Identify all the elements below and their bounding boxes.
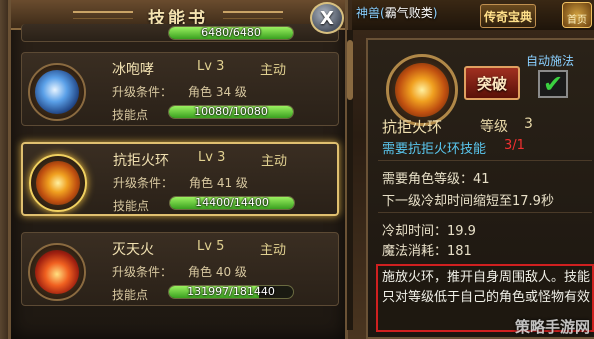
corner-menu-button[interactable]: 首页 xyxy=(562,2,592,28)
player-suffix: ) xyxy=(432,6,438,20)
skill-row-fire-ring[interactable]: 抗拒火环 Lv 3 主动 升级条件： 角色 41 级 技能点 14400/144… xyxy=(21,142,339,216)
skill-icon-frame xyxy=(28,63,86,121)
skill-exp-text: 10080/10080 xyxy=(194,105,268,118)
skill-points-label: 技能点 xyxy=(113,199,150,213)
skill-condition-label: 升级条件： xyxy=(112,85,173,99)
player-name-tag: 神兽(霸气败类) xyxy=(356,4,437,21)
divider xyxy=(378,212,592,213)
watermark: 策略手游网 xyxy=(514,318,590,336)
skill-exp-text: 6480/6480 xyxy=(201,26,261,39)
skill-condition-value: 角色 41 级 xyxy=(189,176,248,190)
breakthrough-button[interactable]: 突破 xyxy=(464,66,520,100)
fire-burst-icon xyxy=(35,250,79,294)
skill-icon-frame xyxy=(29,154,87,212)
skill-name: 冰咆哮 xyxy=(112,62,154,78)
skill-level: Lv 3 xyxy=(198,150,226,165)
skill-detail-panel: 突破 自动施法 ✔ 抗拒火环 等级 3 需要抗拒火环技能 3/1 需要角色等级：… xyxy=(366,38,594,339)
skill-exp-bar: 14400/14400 xyxy=(169,196,295,210)
skill-points-label: 技能点 xyxy=(112,288,149,302)
skill-name: 抗拒火环 xyxy=(113,153,169,169)
skill-type: 主动 xyxy=(260,243,287,258)
close-button[interactable]: X xyxy=(310,2,344,34)
skill-row-partial[interactable]: 6480/6480 xyxy=(21,24,339,42)
skill-row-ice-roar[interactable]: 冰咆哮 Lv 3 主动 升级条件： 角色 34 级 技能点 10080/1008… xyxy=(21,52,339,126)
fire-ring-icon xyxy=(395,63,449,117)
detail-required-level: 需要角色等级：41 xyxy=(382,172,490,187)
checkmark-icon: ✔ xyxy=(542,70,564,98)
skill-book-panel: 技能书 6480/6480 冰咆哮 Lv 3 主动 升级条件： 角色 34 级 … xyxy=(8,0,353,339)
detail-next-level: 下一级冷却时间缩短至17.9秒 xyxy=(382,194,554,209)
detail-mana-cost: 魔法消耗：181 xyxy=(382,244,472,259)
skill-row-sky-fire[interactable]: 灭天火 Lv 5 主动 升级条件： 角色 40 级 技能点 131997/181… xyxy=(21,232,339,306)
detail-skill-name: 抗拒火环 xyxy=(382,118,443,136)
skill-condition-label: 升级条件： xyxy=(112,265,173,279)
skill-condition-value: 角色 40 级 xyxy=(188,265,247,279)
detail-cooldown: 冷却时间：19.9 xyxy=(382,224,476,239)
skill-exp-bar: 6480/6480 xyxy=(168,26,294,40)
player-guild: 霸气败类 xyxy=(384,6,433,20)
divider xyxy=(378,160,592,161)
skill-level: Lv 3 xyxy=(197,59,225,74)
ice-vortex-icon xyxy=(35,70,79,114)
skill-name: 灭天火 xyxy=(112,242,154,258)
skill-type: 主动 xyxy=(260,63,287,78)
auto-cast-checkbox[interactable]: ✔ xyxy=(538,70,568,98)
legend-codex-button[interactable]: 传奇宝典 xyxy=(480,4,536,28)
skill-exp-bar: 10080/10080 xyxy=(168,105,294,119)
skill-exp-text: 14400/14400 xyxy=(195,196,269,209)
skill-points-label: 技能点 xyxy=(112,108,149,122)
skill-condition-label: 升级条件： xyxy=(113,176,174,190)
skill-exp-bar: 131997/181440 xyxy=(168,285,294,299)
skill-condition-value: 角色 34 级 xyxy=(188,85,247,99)
detail-requirement-count: 3/1 xyxy=(504,138,525,153)
skill-icon-frame xyxy=(28,243,86,301)
skill-type: 主动 xyxy=(261,154,288,169)
skill-exp-text: 131997/181440 xyxy=(187,285,275,298)
player-prefix: 神兽( xyxy=(356,6,385,20)
detail-requirement-text: 需要抗拒火环技能 xyxy=(382,142,487,157)
skill-list-scroll-thumb[interactable] xyxy=(347,40,353,100)
skill-description-text: 施放火环，推开自身周围敌人。技能只对等级低于自己的角色或怪物有效 xyxy=(382,270,591,305)
fire-ring-icon xyxy=(36,161,80,205)
detail-level-label: 等级 xyxy=(480,119,508,135)
skill-level: Lv 5 xyxy=(197,239,225,254)
detail-level-value: 3 xyxy=(524,116,533,132)
auto-cast-label: 自动施法 xyxy=(526,54,575,68)
